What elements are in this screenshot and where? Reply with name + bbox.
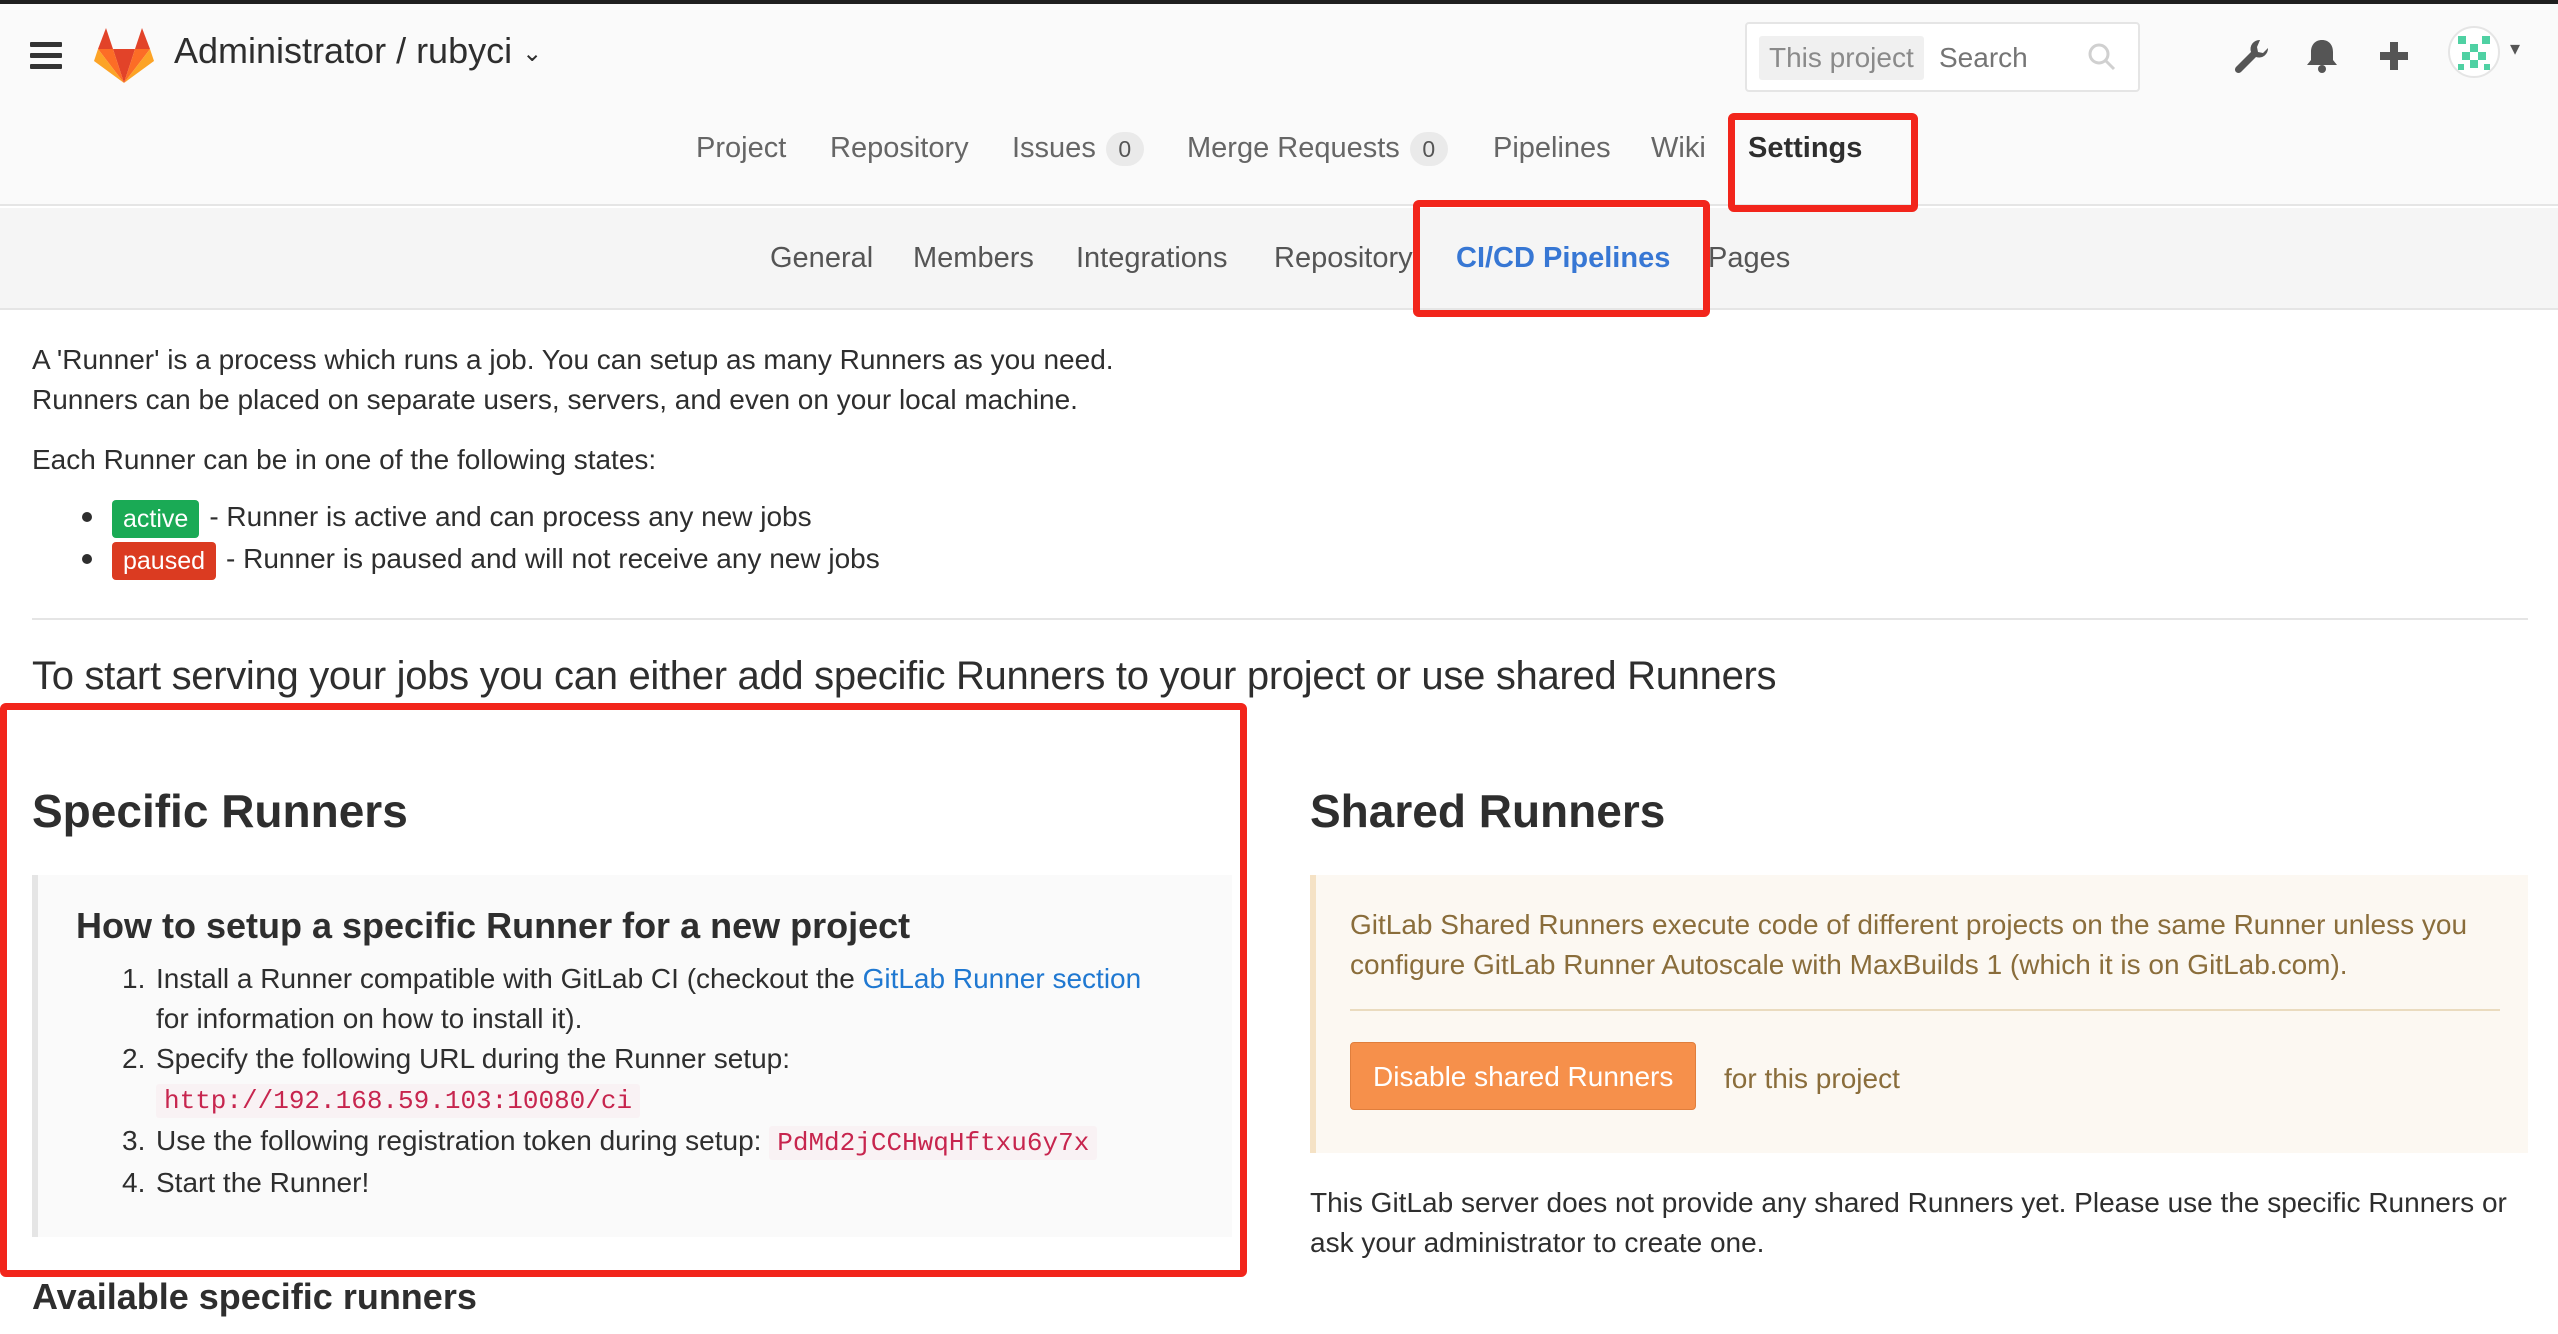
step1-text: Install a Runner compatible with GitLab …	[156, 963, 863, 994]
setup-step-4: 4. Start the Runner!	[122, 1167, 370, 1198]
merge-requests-count-badge: 0	[1409, 132, 1448, 167]
setup-step-2-code: http://192.168.59.103:10080/ci	[76, 1079, 1216, 1121]
nav-merge-requests-label[interactable]: Merge Requests	[1187, 132, 1400, 164]
step2-text: Specify the following URL during the Run…	[156, 1043, 790, 1074]
step3-text: Use the following registration token dur…	[156, 1125, 762, 1156]
subnav-integrations[interactable]: Integrations	[1076, 242, 1228, 275]
runner-url-code[interactable]: http://192.168.59.103:10080/ci	[156, 1084, 641, 1118]
gitlab-logo[interactable]	[93, 26, 155, 84]
setup-steps: 1. Install a Runner compatible with GitLa…	[76, 959, 1216, 1203]
search-icon	[2088, 43, 2116, 71]
nav-issues-label[interactable]: Issues	[1012, 132, 1096, 164]
runners-lead-text: To start serving your jobs you can eithe…	[32, 654, 1777, 698]
paused-badge: paused	[112, 541, 217, 580]
intro-line-2: Runners can be placed on separate users,…	[32, 384, 1078, 415]
paused-description: - Runner is paused and will not receive …	[226, 543, 880, 574]
menu-icon[interactable]	[30, 42, 62, 70]
step1-text-cont: for information on how to install it).	[156, 1003, 583, 1034]
state-list: active - Runner is active and can process…	[32, 496, 880, 580]
for-project-text: for this project	[1724, 1063, 1900, 1094]
search-scope-label[interactable]: This project	[1759, 36, 1924, 80]
nav-wiki[interactable]: Wiki	[1651, 132, 1706, 165]
divider	[1350, 1009, 2500, 1011]
settings-subnav: General Members Integrations Repository …	[0, 208, 2558, 310]
shared-runners-warning: GitLab Shared Runners execute code of di…	[1310, 875, 2528, 1153]
step4-text: Start the Runner!	[156, 1167, 370, 1198]
main-nav: Project Repository Issues 0 Merge Request…	[0, 132, 2558, 192]
disable-shared-runners-button[interactable]: Disable shared Runners	[1350, 1042, 1697, 1110]
specific-runners-heading: Specific Runners	[32, 785, 408, 837]
shared-runners-heading: Shared Runners	[1310, 785, 1666, 837]
shared-runners-note: This GitLab server does not provide any …	[1310, 1187, 2507, 1258]
registration-token-code[interactable]: PdMd2jCCHwqHftxu6y7x	[769, 1126, 1098, 1160]
subnav-members[interactable]: Members	[913, 242, 1034, 275]
available-runners-heading: Available specific runners	[32, 1276, 477, 1317]
setup-step-3: 3. Use the following registration token d…	[76, 1121, 1216, 1163]
gitlab-runner-link[interactable]: GitLab Runner section	[863, 963, 1142, 994]
intro-line-1: A 'Runner' is a process which runs a job…	[32, 344, 1114, 375]
nav-pipelines[interactable]: Pipelines	[1493, 132, 1611, 165]
nav-settings[interactable]: Settings	[1748, 132, 1862, 165]
shared-warning-text: GitLab Shared Runners execute code of di…	[1350, 909, 2468, 980]
setup-title: How to setup a specific Runner for a new…	[76, 905, 911, 946]
states-intro: Each Runner can be in one of the followi…	[32, 444, 657, 475]
nav-project[interactable]: Project	[696, 132, 786, 165]
issues-count-badge: 0	[1105, 132, 1144, 167]
subnav-general[interactable]: General	[770, 242, 873, 275]
project-title[interactable]: Administrator / rubyci ⌄	[174, 30, 542, 72]
chevron-down-icon[interactable]: ▾	[2510, 36, 2520, 61]
nav-repository[interactable]: Repository	[830, 132, 969, 165]
setup-step-2: 2. Specify the following URL during the R…	[122, 1043, 790, 1074]
subnav-pages[interactable]: Pages	[1708, 242, 1790, 275]
user-avatar[interactable]	[2448, 26, 2500, 78]
setup-instructions: How to setup a specific Runner for a new…	[32, 875, 1232, 1237]
setup-step-1-cont: for information on how to install it).	[76, 999, 1216, 1039]
active-description: - Runner is active and can process any n…	[209, 501, 812, 532]
nav-merge-requests[interactable]: Merge Requests 0	[1187, 132, 1448, 167]
header: Administrator / rubyci ⌄ This project Se…	[0, 4, 2558, 206]
divider	[32, 618, 2528, 620]
user-menu[interactable]: ▾	[2448, 26, 2538, 82]
search-input[interactable]	[1939, 36, 2109, 80]
subnav-cicd-pipelines[interactable]: CI/CD Pipelines	[1456, 242, 1670, 275]
nav-issues[interactable]: Issues 0	[1012, 132, 1144, 167]
project-title-text[interactable]: Administrator / rubyci	[174, 30, 512, 71]
subnav-repository[interactable]: Repository	[1274, 242, 1413, 275]
wrench-icon[interactable]	[2230, 34, 2274, 78]
chevron-down-icon[interactable]: ⌄	[522, 39, 542, 68]
setup-step-1: 1. Install a Runner compatible with GitLa…	[122, 963, 1142, 994]
plus-icon[interactable]	[2372, 34, 2416, 78]
active-badge: active	[112, 499, 200, 538]
list-item: active - Runner is active and can process…	[32, 496, 880, 538]
search-box[interactable]: This project	[1745, 22, 2140, 92]
bell-icon[interactable]	[2300, 34, 2344, 78]
list-item: paused - Runner is paused and will not re…	[32, 538, 880, 580]
